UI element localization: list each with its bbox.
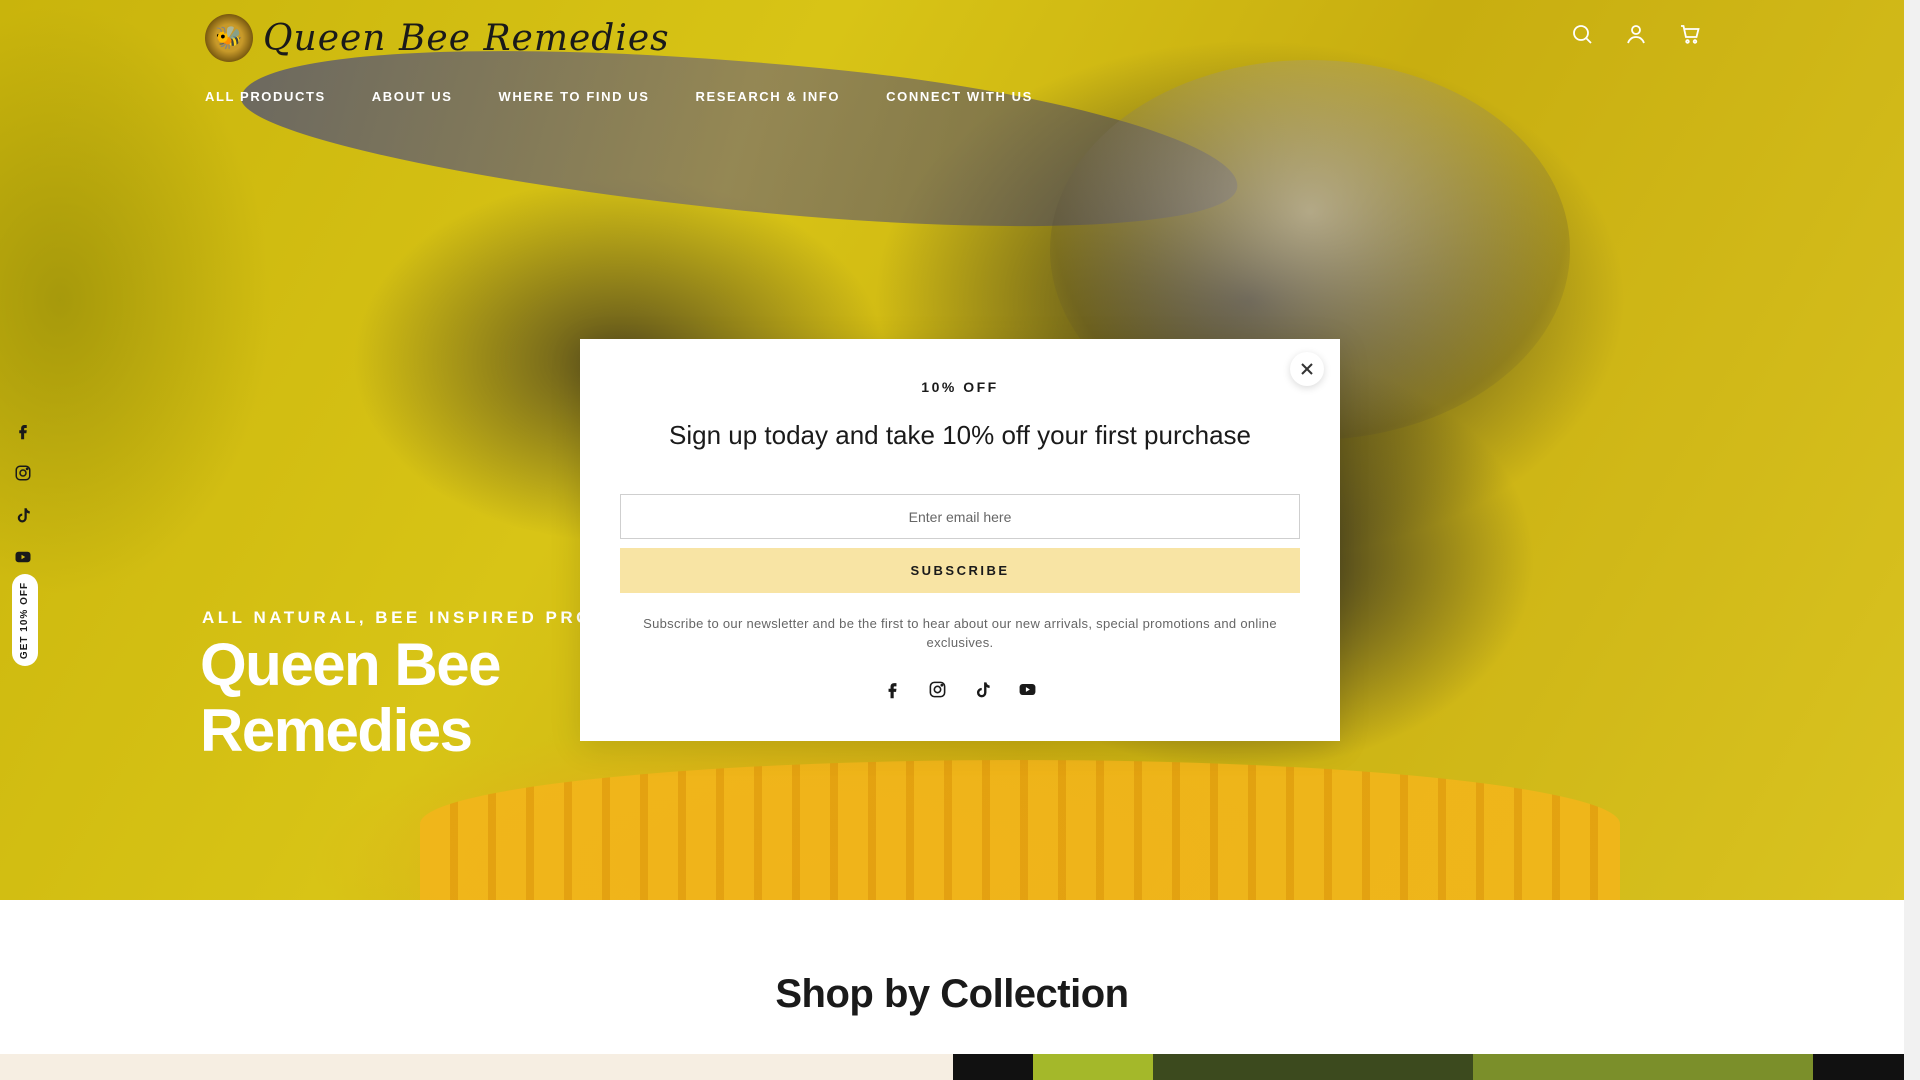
facebook-icon[interactable]	[14, 422, 32, 440]
side-social-links	[14, 422, 32, 566]
nav-all-products[interactable]: ALL PRODUCTS	[205, 89, 326, 104]
newsletter-popup: 10% OFF Sign up today and take 10% off y…	[580, 339, 1340, 741]
collection-card-right[interactable]	[953, 1054, 1904, 1080]
header-icons	[1570, 22, 1702, 46]
nav-about-us[interactable]: ABOUT US	[372, 89, 453, 104]
get-discount-tab[interactable]: GET 10% OFF	[12, 574, 38, 666]
subscribe-button[interactable]: SUBSCRIBE	[620, 548, 1300, 593]
account-icon[interactable]	[1624, 22, 1648, 46]
search-icon[interactable]	[1570, 22, 1594, 46]
instagram-icon[interactable]	[928, 680, 947, 699]
page-scrollbar[interactable]	[1904, 0, 1920, 1080]
section-title: Shop by Collection	[775, 972, 1129, 1016]
popup-social-links	[580, 680, 1340, 699]
close-icon	[1301, 363, 1313, 375]
facebook-icon[interactable]	[883, 680, 902, 699]
site-logo[interactable]: 🐝 Queen Bee Remedies	[205, 14, 670, 62]
nav-research-info[interactable]: RESEARCH & INFO	[696, 89, 841, 104]
popup-note: Subscribe to our newsletter and be the f…	[643, 616, 1277, 650]
hero-flower	[420, 760, 1620, 900]
nav-connect-with-us[interactable]: CONNECT WITH US	[886, 89, 1033, 104]
main-nav: ALL PRODUCTS ABOUT US WHERE TO FIND US R…	[205, 89, 1033, 104]
popup-heading: Sign up today and take 10% off your firs…	[669, 420, 1251, 450]
instagram-icon[interactable]	[14, 464, 32, 482]
cart-icon[interactable]	[1678, 22, 1702, 46]
logo-text: Queen Bee Remedies	[263, 17, 670, 59]
collection-card-left[interactable]	[0, 1054, 953, 1080]
tiktok-icon[interactable]	[973, 680, 992, 699]
email-field[interactable]	[620, 494, 1300, 539]
hero-title: Queen Bee Remedies	[200, 631, 501, 764]
popup-kicker: 10% OFF	[921, 379, 999, 395]
get-discount-label: GET 10% OFF	[19, 581, 31, 659]
youtube-icon[interactable]	[1018, 680, 1037, 699]
youtube-icon[interactable]	[14, 548, 32, 566]
tiktok-icon[interactable]	[14, 506, 32, 524]
nav-where-to-find-us[interactable]: WHERE TO FIND US	[499, 89, 650, 104]
bee-logo-icon: 🐝	[205, 14, 253, 62]
